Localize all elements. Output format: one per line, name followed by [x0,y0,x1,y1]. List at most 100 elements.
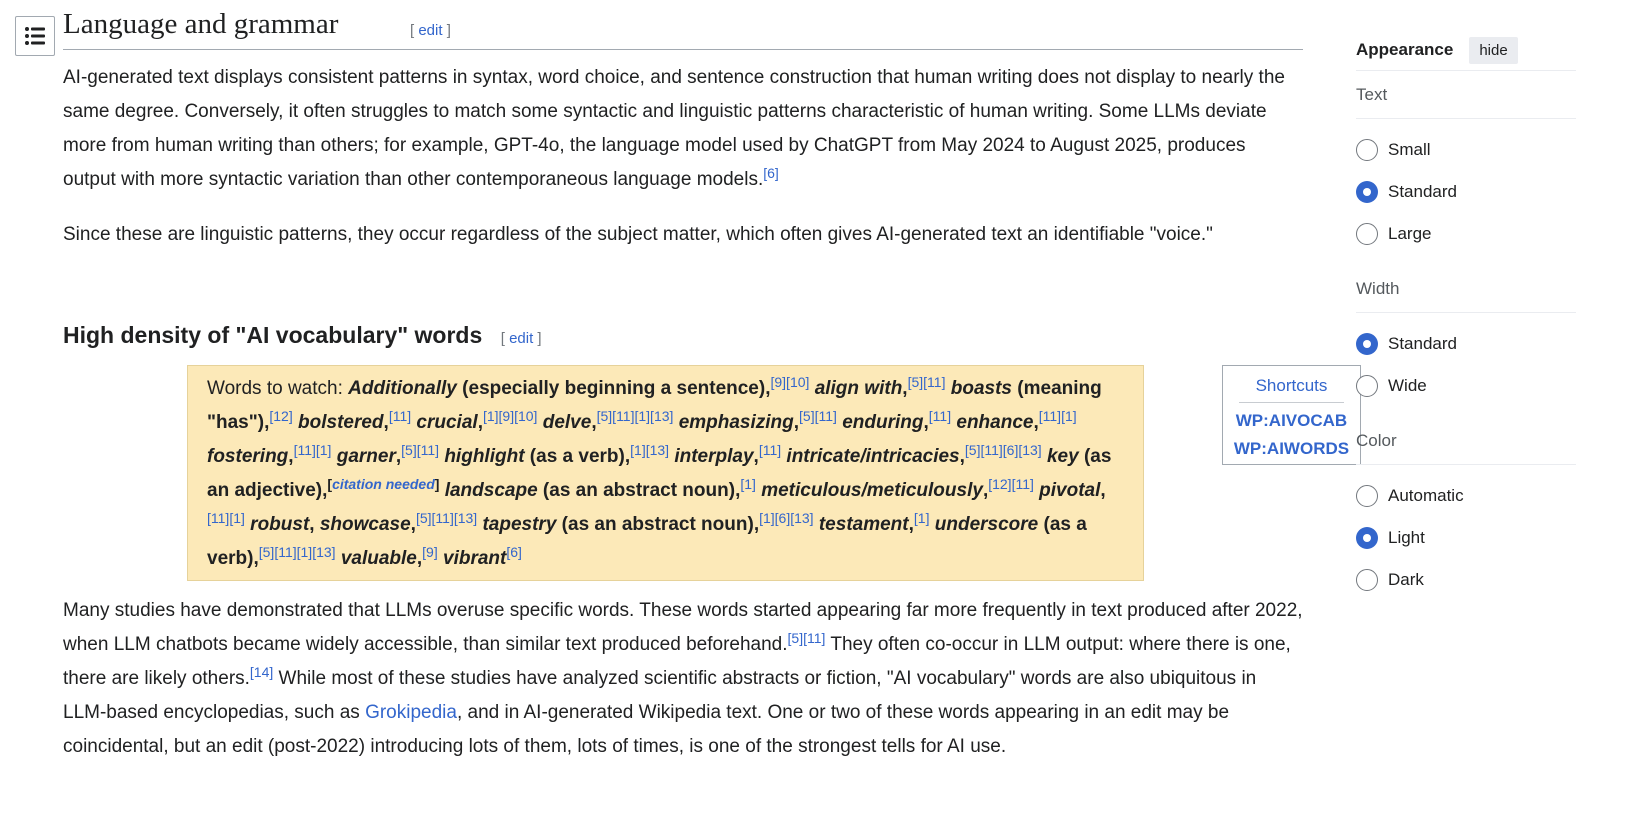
citation-link[interactable]: [9] [422,544,438,560]
watch-word: tapestry [482,514,557,535]
citation-link[interactable]: [6] [763,165,779,181]
radio-label: Wide [1388,376,1427,395]
citation-link[interactable]: [1] [740,476,756,492]
watch-word: meticulous/meticulously [761,480,983,501]
grokipedia-link[interactable]: Grokipedia [365,702,457,723]
text-size-option-standard[interactable]: Standard [1356,171,1576,213]
radio-unchecked-icon[interactable] [1356,485,1378,507]
radio-label: Light [1388,528,1425,547]
radio-checked-icon[interactable] [1356,333,1378,355]
watch-word: robust [250,514,310,535]
citation-link[interactable]: [11][1] [294,442,332,458]
color-option-light[interactable]: Light [1356,517,1576,559]
text-size-option-small[interactable]: Small [1356,129,1576,171]
watch-word: garner [336,446,396,467]
list-icon [25,27,45,45]
watch-word: testament [818,514,909,535]
citation-link[interactable]: [11] [759,442,781,458]
paragraph-1: AI-generated text displays consistent pa… [63,61,1303,197]
citation-link[interactable]: [12][11] [988,476,1034,492]
watch-word: landscape [444,480,538,501]
radio-unchecked-icon[interactable] [1356,375,1378,397]
citation-link[interactable]: [1][9][10] [483,408,537,424]
watch-word: highlight [444,446,525,467]
watch-word: bolstered [298,412,384,433]
shortcut-link[interactable]: WP:AIVOCAB [1223,407,1360,435]
appearance-header: Appearance hide [1356,30,1576,71]
citation-link[interactable]: [1][13] [630,442,669,458]
watch-word: align with [814,378,903,399]
citation-link[interactable]: [11][1] [207,510,245,526]
citation-link[interactable]: [5][11][1][13] [597,408,674,424]
watch-word: key [1046,446,1079,467]
color-option-dark[interactable]: Dark [1356,559,1576,601]
watch-word-note: , [1100,480,1106,501]
radio-checked-icon[interactable] [1356,181,1378,203]
words-to-watch-box: Words to watch: Additionally (especially… [187,365,1144,581]
color-options: Automatic Light Dark [1356,475,1576,611]
radio-unchecked-icon[interactable] [1356,223,1378,245]
citation-link[interactable]: citation needed [332,476,435,492]
width-options: Standard Wide [1356,323,1576,417]
radio-label: Standard [1388,182,1457,201]
shortcuts-title: Shortcuts [1239,376,1344,403]
watch-word-note: (especially beginning a sentence), [456,378,771,399]
subsection-edit-link[interactable]: [ edit ] [501,330,542,347]
paragraph-3: Many studies have demonstrated that LLMs… [63,594,1303,764]
width-option-wide[interactable]: Wide [1356,365,1576,407]
citation-link[interactable]: [5][11] [908,374,946,390]
words-to-watch-intro: Words to watch: [207,378,349,399]
citation-link[interactable]: [11] [929,408,951,424]
citation-link[interactable]: [1] [914,510,930,526]
paragraph-text: AI-generated text displays consistent pa… [63,67,1285,190]
watch-word: enhance [956,412,1034,433]
width-label: Width [1356,265,1576,313]
section-title: Language and grammar [63,8,339,40]
watch-word-note: , [309,514,320,535]
width-option-standard[interactable]: Standard [1356,323,1576,365]
citation-link[interactable]: [5][11][13] [416,510,477,526]
citation-link[interactable]: [5][11][6][13] [965,442,1042,458]
watch-word: Additionally [348,378,457,399]
text-size-option-large[interactable]: Large [1356,213,1576,255]
radio-checked-icon[interactable] [1356,527,1378,549]
hide-button[interactable]: hide [1469,36,1518,64]
color-label: Color [1356,417,1576,465]
watch-word: showcase [319,514,411,535]
citation-link[interactable]: [14] [250,664,273,680]
watch-word: interplay [674,446,754,467]
shortcut-link[interactable]: WP:AIWORDS [1223,435,1360,463]
section-edit-link[interactable]: [ edit ] [410,22,451,39]
text-size-label: Text [1356,71,1576,119]
edit-link[interactable]: edit [509,330,533,347]
citation-link[interactable]: [12] [269,408,292,424]
citation-link[interactable]: [9][10] [770,374,809,390]
citation-link[interactable]: [5][11] [401,442,439,458]
citation-link[interactable]: [5][11][1][13] [259,544,336,560]
citation-link[interactable]: [5][11] [799,408,837,424]
citation-link[interactable]: [11] [389,408,411,424]
watch-word: valuable [340,548,417,569]
radio-label: Large [1388,224,1432,243]
watch-word: pivotal [1039,480,1101,501]
radio-unchecked-icon[interactable] [1356,139,1378,161]
watch-word: enduring [842,412,924,433]
citation-link[interactable]: [1][6][13] [759,510,813,526]
color-option-automatic[interactable]: Automatic [1356,475,1576,517]
watch-word: intricate/intricacies [786,446,960,467]
watch-word: vibrant [443,548,507,569]
citation-link[interactable]: [11][1] [1039,408,1077,424]
appearance-panel: Appearance hide Text Small Standard Large … [1356,30,1576,611]
edit-link[interactable]: edit [418,22,442,39]
appearance-title: Appearance [1356,40,1454,59]
radio-unchecked-icon[interactable] [1356,569,1378,591]
watch-word-note: (as an abstract noun), [556,514,760,535]
watch-word-note: (as a verb), [524,446,631,467]
radio-label: Automatic [1388,486,1464,505]
subsection-heading: High density of "AI vocabulary" words [ … [63,322,542,349]
shortcuts-box: Shortcuts WP:AIVOCAB WP:AIWORDS [1222,365,1361,465]
toc-toggle-button[interactable] [15,16,55,56]
citation-link[interactable]: [5][11] [788,630,826,646]
watch-word: underscore [934,514,1039,535]
citation-link[interactable]: [6] [506,544,522,560]
